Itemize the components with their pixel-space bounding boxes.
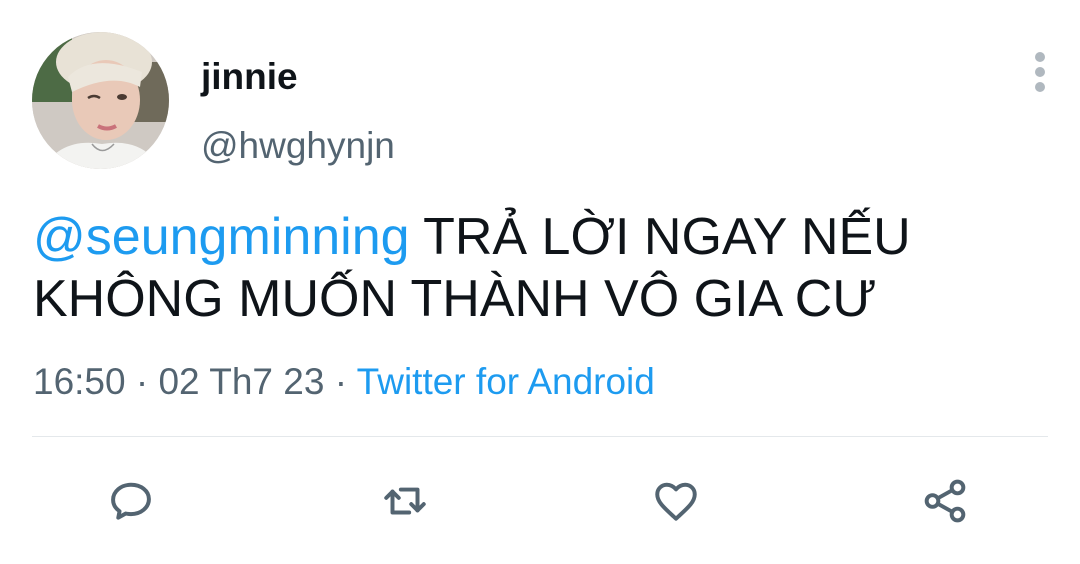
more-dot [1035,82,1045,92]
share-button[interactable] [918,474,972,528]
retweet-icon [384,487,426,515]
tweet-source-link[interactable]: Twitter for Android [357,361,655,402]
mention-link[interactable]: @seungminning [33,208,410,266]
tweet-date: 02 Th7 23 [158,361,325,402]
reply-icon [111,482,151,520]
tweet-time: 16:50 [33,361,126,402]
tweet-text: @seungminning TRẢ LỜI NGAY NẾU KHÔNG MUỐ… [33,206,1043,330]
tweet-meta: 16:50 · 02 Th7 23 · Twitter for Android [33,359,655,405]
display-name[interactable]: jinnie [201,55,298,99]
like-button[interactable] [649,474,703,528]
reply-button[interactable] [104,474,158,528]
share-icon [924,479,966,523]
divider [32,436,1048,437]
retweet-button[interactable] [378,474,432,528]
meta-separator: · [324,361,357,402]
heart-icon [655,482,697,521]
more-dot [1035,67,1045,77]
user-handle[interactable]: @hwghynjn [201,124,395,168]
more-options-icon[interactable] [1024,50,1056,94]
tweet-card: jinnie @hwghynjn @seungminning TRẢ LỜI N… [0,0,1080,564]
avatar-image [32,32,169,169]
avatar[interactable] [32,32,169,169]
meta-separator: · [125,361,159,402]
more-dot [1035,52,1045,62]
